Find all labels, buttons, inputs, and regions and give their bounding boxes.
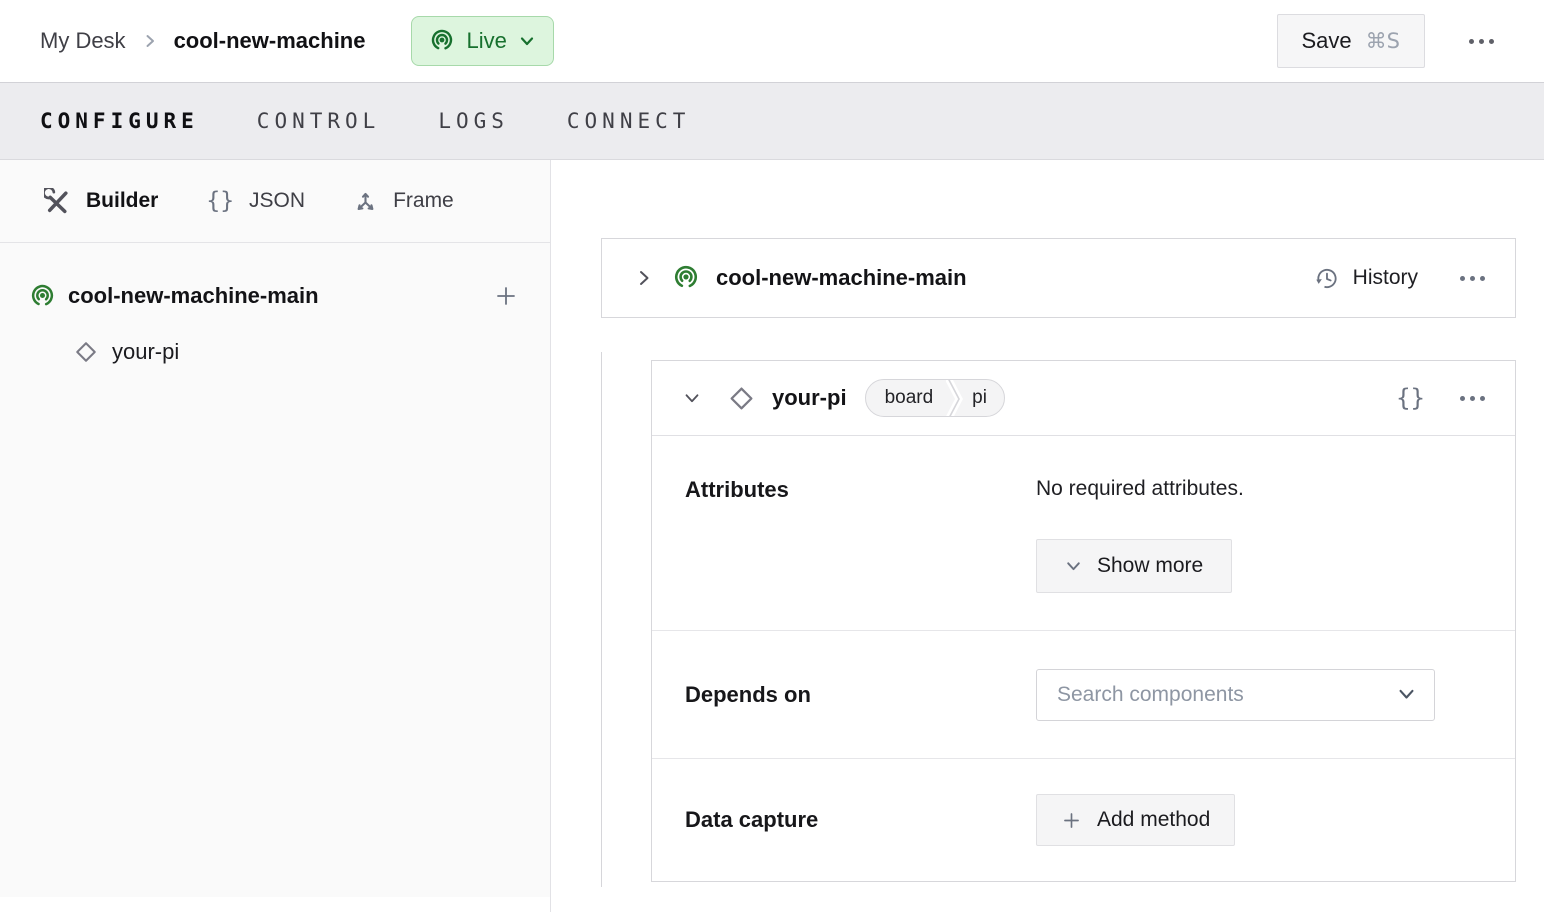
view-tab-label: JSON bbox=[249, 189, 306, 212]
component-model: pi bbox=[972, 387, 987, 408]
ellipsis-icon bbox=[1469, 38, 1494, 44]
view-mode-tabs: Builder {} JSON Frame bbox=[0, 160, 550, 243]
view-tab-label: Builder bbox=[86, 189, 159, 212]
add-method-button[interactable]: Add method bbox=[1036, 794, 1236, 846]
history-button[interactable]: History bbox=[1313, 265, 1418, 292]
section-label: Depends on bbox=[685, 681, 811, 707]
history-label: History bbox=[1352, 266, 1418, 289]
tab-control[interactable]: CONTROL bbox=[257, 109, 381, 133]
tree-item-machine-main[interactable]: cool-new-machine-main bbox=[0, 274, 550, 318]
machine-card-menu-button[interactable] bbox=[1458, 270, 1487, 287]
app-window: My Desk cool-new-machine Live Save ⌘S CO… bbox=[0, 0, 1544, 912]
tab-logs[interactable]: LOGS bbox=[438, 109, 509, 133]
view-tab-label: Frame bbox=[393, 189, 454, 212]
machine-part-tree: cool-new-machine-main your-pi bbox=[0, 243, 550, 374]
component-title: your-pi bbox=[772, 385, 847, 410]
search-components-input[interactable] bbox=[1057, 682, 1397, 707]
edit-json-button[interactable]: {} bbox=[1396, 384, 1425, 412]
save-button[interactable]: Save ⌘S bbox=[1276, 14, 1425, 68]
machine-status-dropdown[interactable]: Live bbox=[411, 16, 554, 66]
machine-tab-bar: CONFIGURE CONTROL LOGS CONNECT bbox=[0, 82, 1544, 160]
section-attributes: Attributes No required attributes. Show … bbox=[652, 436, 1515, 630]
badge-divider-chevron bbox=[946, 380, 964, 416]
component-diamond-icon bbox=[76, 342, 96, 362]
view-tab-json[interactable]: {} JSON bbox=[206, 188, 305, 214]
view-tab-builder[interactable]: Builder bbox=[44, 187, 159, 215]
show-more-label: Show more bbox=[1097, 554, 1204, 577]
plus-icon bbox=[497, 287, 515, 305]
chevron-right-icon[interactable] bbox=[632, 266, 656, 290]
save-shortcut: ⌘S bbox=[1365, 29, 1400, 53]
sidebar-scroll-gutter bbox=[0, 897, 550, 912]
component-card-menu-button[interactable] bbox=[1458, 390, 1487, 407]
section-data-capture: Data capture Add method bbox=[652, 758, 1515, 881]
section-depends-on: Depends on bbox=[652, 630, 1515, 758]
tab-connect[interactable]: CONNECT bbox=[567, 109, 691, 133]
ellipsis-icon bbox=[1460, 395, 1485, 401]
depends-on-select[interactable] bbox=[1036, 668, 1435, 721]
tree-connector-line bbox=[601, 352, 602, 887]
machine-part-title: cool-new-machine-main bbox=[716, 265, 967, 290]
chevron-down-icon bbox=[520, 37, 533, 46]
tools-icon bbox=[44, 187, 68, 213]
save-button-label: Save bbox=[1301, 28, 1352, 53]
status-badge: Live bbox=[466, 28, 507, 53]
viam-logo-icon bbox=[432, 29, 453, 51]
breadcrumb-parent[interactable]: My Desk bbox=[40, 28, 126, 54]
attributes-empty-text: No required attributes. bbox=[1036, 477, 1244, 500]
chevron-down-icon[interactable] bbox=[681, 387, 703, 409]
section-label: Data capture bbox=[685, 807, 819, 832]
braces-icon: {} bbox=[206, 188, 235, 214]
config-sidebar: Builder {} JSON Frame cool-new-machine-m… bbox=[0, 160, 551, 912]
component-diamond-icon bbox=[730, 386, 753, 410]
tree-item-label: your-pi bbox=[112, 339, 180, 364]
ellipsis-icon bbox=[1460, 275, 1485, 281]
tree-item-label: cool-new-machine-main bbox=[68, 283, 319, 308]
top-bar: My Desk cool-new-machine Live Save ⌘S bbox=[0, 0, 1544, 82]
component-type: board bbox=[884, 387, 934, 408]
viam-logo-icon bbox=[31, 284, 54, 306]
show-more-button[interactable]: Show more bbox=[1036, 539, 1233, 593]
chevron-down-icon bbox=[1399, 689, 1414, 699]
breadcrumb-current: cool-new-machine bbox=[173, 28, 366, 53]
component-type-badge: board pi bbox=[864, 379, 1005, 417]
add-method-label: Add method bbox=[1097, 808, 1211, 831]
breadcrumb-chevron-icon bbox=[142, 33, 158, 49]
add-component-button[interactable] bbox=[494, 284, 518, 308]
config-main-panel: cool-new-machine-main History your-pi bo… bbox=[552, 160, 1544, 912]
more-options-button[interactable] bbox=[1459, 29, 1504, 54]
component-card-header: your-pi board pi {} bbox=[652, 361, 1515, 436]
view-tab-frame[interactable]: Frame bbox=[353, 189, 454, 214]
history-clock-icon bbox=[1315, 268, 1337, 288]
chevron-down-icon bbox=[1067, 561, 1080, 570]
component-card-your-pi: your-pi board pi {} Attributes No requir… bbox=[651, 360, 1516, 882]
plus-icon bbox=[1064, 812, 1079, 828]
viam-logo-icon bbox=[674, 265, 698, 288]
axes-icon bbox=[357, 192, 374, 210]
section-label: Attributes bbox=[685, 477, 789, 502]
tree-item-your-pi[interactable]: your-pi bbox=[0, 330, 550, 374]
machine-part-card: cool-new-machine-main History bbox=[601, 238, 1516, 318]
tab-configure[interactable]: CONFIGURE bbox=[40, 109, 199, 133]
content-area: Builder {} JSON Frame cool-new-machine-m… bbox=[0, 160, 1544, 912]
